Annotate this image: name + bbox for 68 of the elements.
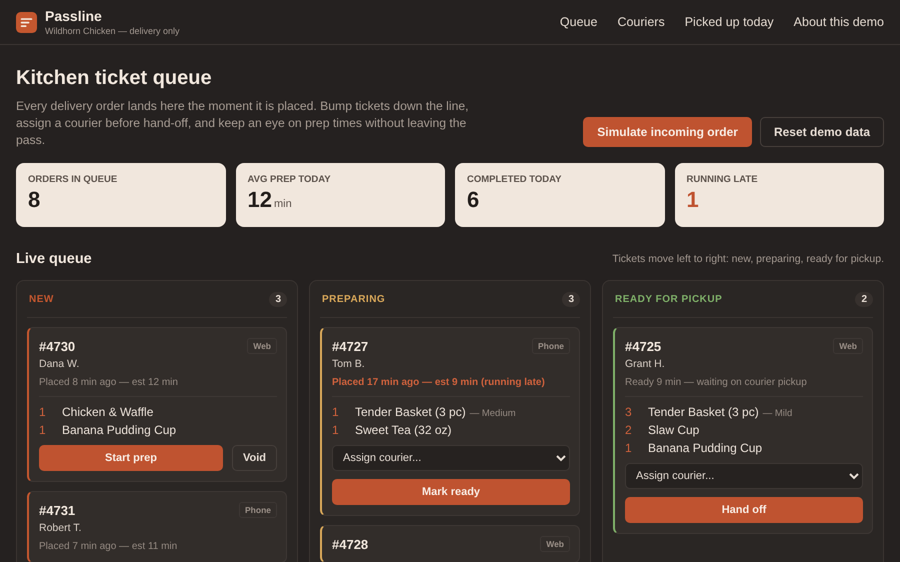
item-quantity: 2 xyxy=(625,423,633,437)
item-quantity: 1 xyxy=(332,405,340,419)
ticket-number: #4730 xyxy=(39,338,76,354)
advance-button[interactable]: Start prep xyxy=(39,445,223,471)
customer-name: Grant H. xyxy=(625,358,666,370)
advance-button[interactable]: Mark ready xyxy=(332,479,570,505)
item-quantity: 1 xyxy=(39,423,47,437)
void-button[interactable]: Void xyxy=(232,445,277,471)
item-quantity: 1 xyxy=(39,405,47,419)
stat-unit: min xyxy=(274,198,292,210)
page-title: Kitchen ticket queue xyxy=(16,67,213,90)
nav-link[interactable]: About this demo xyxy=(794,15,884,29)
courier-select[interactable]: Assign courier... xyxy=(625,463,863,489)
customer-name: Dana W. xyxy=(39,358,80,370)
column-title: NEW xyxy=(28,294,54,304)
item-note: — Mild xyxy=(762,408,792,419)
count-badge: 3 xyxy=(562,292,580,306)
ticket-status: Placed 7 min ago — est 11 min xyxy=(39,541,178,552)
courier-select[interactable]: Assign courier... xyxy=(332,445,570,471)
stat-label: AVG PREP TODAY xyxy=(248,174,332,185)
channel-tag: Web xyxy=(833,338,863,354)
item-note: — Medium xyxy=(470,408,516,419)
count-badge: 2 xyxy=(855,292,873,306)
simulate-order-button[interactable]: Simulate incoming order xyxy=(583,117,752,147)
ticket-number: #4727 xyxy=(332,338,368,354)
customer-name: Robert T. xyxy=(39,522,82,534)
page-description: Every delivery order lands here the moment it is placed. Bump tickets down the line, assign a courier before hand-off, and keep an eye on prep times without leaving the pass. xyxy=(16,98,470,149)
nav-link[interactable]: Picked up today xyxy=(684,15,774,29)
stat-label: COMPLETED TODAY xyxy=(467,174,562,185)
ticket-status: Placed 17 min ago — est 9 min (running late) xyxy=(332,377,546,388)
ticket-status: Ready 9 min — waiting on courier pickup xyxy=(625,377,808,388)
ticket-number: #4725 xyxy=(625,338,662,354)
column-title: READY FOR PICKUP xyxy=(614,294,722,304)
section-title: Live queue xyxy=(16,251,92,267)
logo-icon xyxy=(16,12,37,32)
item-name: Banana Pudding Cup xyxy=(62,423,176,437)
stat-value: 6 xyxy=(467,187,480,213)
channel-tag: Phone xyxy=(239,502,277,518)
count-badge: 3 xyxy=(269,292,287,306)
item-name: Slaw Cup xyxy=(648,423,700,437)
stat-label: RUNNING LATE xyxy=(686,174,759,185)
ticket-number: #4728 xyxy=(332,536,368,552)
advance-button[interactable]: Hand off xyxy=(625,497,863,523)
item-quantity: 1 xyxy=(625,441,633,455)
nav-link[interactable]: Queue xyxy=(560,15,598,29)
stat-value: 12 xyxy=(248,187,272,213)
channel-tag: Web xyxy=(540,536,570,552)
nav-link[interactable]: Couriers xyxy=(617,15,665,29)
stat-value: 1 xyxy=(686,187,699,213)
reset-data-button[interactable]: Reset demo data xyxy=(760,117,884,147)
channel-tag: Phone xyxy=(532,338,570,354)
item-name: Tender Basket (3 pc) xyxy=(648,405,759,419)
ticket-status: Placed 8 min ago — est 12 min xyxy=(39,377,179,388)
item-name: Banana Pudding Cup xyxy=(648,441,762,455)
item-name: Sweet Tea (32 oz) xyxy=(355,423,452,437)
column-title: PREPARING xyxy=(321,294,386,304)
customer-name: Tom B. xyxy=(332,358,366,370)
section-hint: Tickets move left to right: new, preparing, ready for pickup. xyxy=(612,253,884,265)
item-quantity: 3 xyxy=(625,405,633,419)
ticket-number: #4731 xyxy=(39,502,76,518)
channel-tag: Web xyxy=(247,338,277,354)
item-quantity: 1 xyxy=(332,423,340,437)
item-name: Tender Basket (3 pc) xyxy=(355,405,466,419)
item-name: Chicken & Waffle xyxy=(62,405,154,419)
stat-label: ORDERS IN QUEUE xyxy=(28,174,118,185)
brand-subtitle: Wildhorn Chicken — delivery only xyxy=(45,26,180,36)
brand-name: Passline xyxy=(45,8,103,24)
stat-value: 8 xyxy=(28,187,40,213)
